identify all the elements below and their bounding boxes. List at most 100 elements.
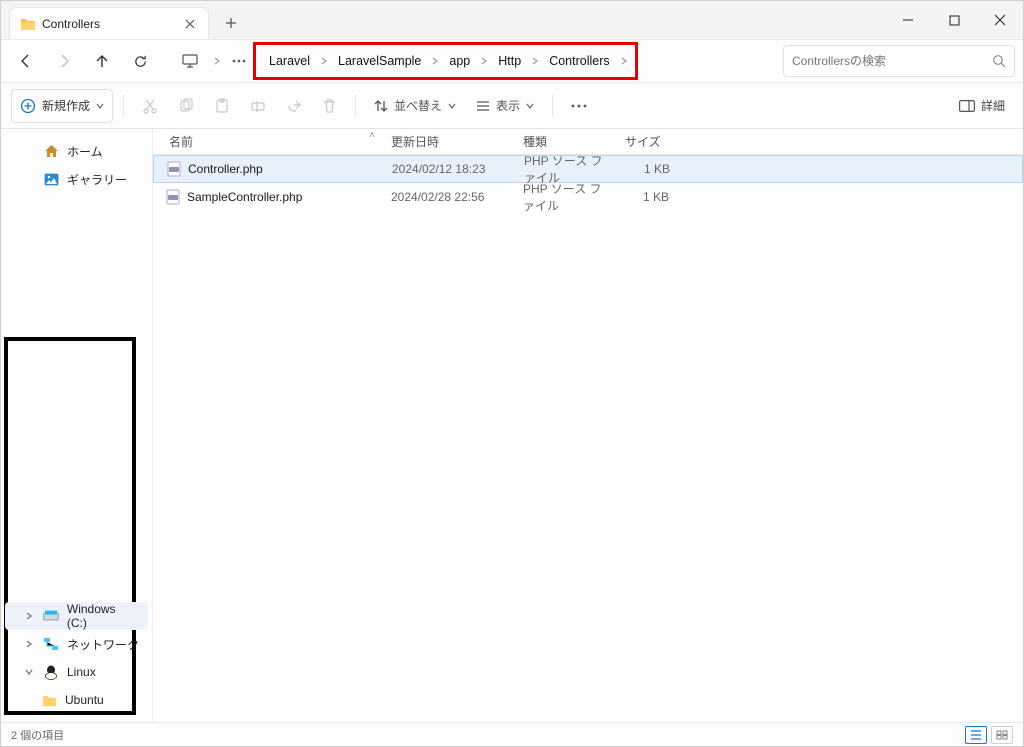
breadcrumb-item[interactable]: Laravel — [261, 50, 318, 72]
tab-strip: Controllers — [1, 1, 885, 39]
sort-icon — [374, 99, 388, 113]
sidebar-item-ubuntu[interactable]: Ubuntu — [1, 686, 152, 714]
file-row[interactable]: SampleController.php 2024/02/28 22:56 PH… — [153, 183, 1023, 211]
cut-button[interactable] — [134, 89, 166, 123]
chevron-right-icon[interactable] — [529, 57, 541, 65]
sort-button[interactable]: 並べ替え — [366, 89, 464, 123]
column-date[interactable]: 更新日時 — [383, 133, 515, 150]
breadcrumb-item[interactable]: LaravelSample — [330, 50, 429, 72]
view-switcher — [965, 726, 1013, 744]
chevron-down-icon — [448, 102, 456, 110]
details-pane-button[interactable]: 詳細 — [951, 89, 1013, 123]
new-button[interactable]: 新規作成 — [11, 89, 113, 123]
file-type: PHP ソース ファイル — [515, 180, 617, 214]
column-name[interactable]: 名前 ˄ — [153, 133, 383, 150]
file-date: 2024/02/12 18:23 — [384, 162, 516, 176]
column-type[interactable]: 種類 — [515, 133, 617, 150]
folder-icon — [41, 692, 57, 708]
this-pc-icon[interactable] — [173, 45, 207, 77]
sidebar-item-network[interactable]: ネットワーク — [1, 630, 152, 658]
home-icon — [43, 143, 59, 159]
sidebar-label: ホーム — [67, 143, 103, 160]
chevron-down-icon — [96, 102, 104, 110]
icons-view-button[interactable] — [991, 726, 1013, 744]
chevron-down-icon — [526, 102, 534, 110]
chevron-down-icon[interactable] — [25, 668, 35, 676]
breadcrumb-overflow-button[interactable] — [227, 45, 251, 77]
add-icon — [20, 98, 36, 114]
column-size[interactable]: サイズ — [617, 133, 685, 150]
new-tab-button[interactable] — [215, 7, 247, 39]
navigation-pane: ホーム ギャラリー Windows (C:) ネットワーク — [1, 129, 153, 722]
copy-button[interactable] — [170, 89, 202, 123]
more-button[interactable] — [563, 89, 595, 123]
delete-button[interactable] — [314, 89, 345, 123]
sort-asc-icon: ˄ — [369, 130, 375, 141]
column-headers: 名前 ˄ 更新日時 種類 サイズ — [153, 129, 1023, 155]
drive-icon — [43, 608, 59, 624]
sidebar-item-home[interactable]: ホーム — [1, 137, 152, 165]
refresh-button[interactable] — [123, 45, 157, 77]
minimize-button[interactable] — [885, 1, 931, 39]
back-button[interactable] — [9, 45, 43, 77]
chevron-right-icon[interactable] — [478, 57, 490, 65]
file-list: 名前 ˄ 更新日時 種類 サイズ Controller.php 2024/02/… — [153, 129, 1023, 722]
folder-icon — [20, 16, 36, 32]
sort-label: 並べ替え — [394, 97, 442, 114]
sidebar-item-windows-c[interactable]: Windows (C:) — [5, 602, 148, 630]
view-button[interactable]: 表示 — [468, 89, 542, 123]
sidebar-label: Windows (C:) — [67, 602, 138, 630]
command-bar: 新規作成 並べ替え 表示 詳細 — [1, 83, 1023, 129]
window-controls — [885, 1, 1023, 39]
separator — [355, 95, 356, 117]
details-label: 詳細 — [981, 97, 1005, 114]
chevron-right-icon[interactable] — [25, 640, 35, 648]
breadcrumb-item[interactable]: app — [441, 50, 478, 72]
breadcrumb-item[interactable]: Http — [490, 50, 529, 72]
tab-controllers[interactable]: Controllers — [9, 7, 209, 39]
paste-button[interactable] — [206, 89, 238, 123]
new-label: 新規作成 — [42, 97, 90, 114]
php-file-icon — [165, 189, 181, 205]
close-window-button[interactable] — [977, 1, 1023, 39]
explorer-window: Controllers Laravel — [0, 0, 1024, 747]
sidebar-label: ギャラリー — [67, 171, 127, 188]
file-name: SampleController.php — [187, 190, 302, 204]
item-count: 2 個の項目 — [11, 727, 64, 743]
rename-button[interactable] — [242, 89, 274, 123]
sidebar-label: Ubuntu — [65, 693, 104, 707]
separator — [552, 95, 553, 117]
chevron-right-icon[interactable] — [211, 57, 223, 65]
sidebar-label: ネットワーク — [67, 636, 139, 653]
sidebar-item-linux[interactable]: Linux — [1, 658, 152, 686]
up-button[interactable] — [85, 45, 119, 77]
file-date: 2024/02/28 22:56 — [383, 190, 515, 204]
maximize-button[interactable] — [931, 1, 977, 39]
body: ホーム ギャラリー Windows (C:) ネットワーク — [1, 129, 1023, 722]
network-icon — [43, 636, 59, 652]
tab-title: Controllers — [42, 17, 100, 31]
search-icon — [992, 54, 1006, 68]
view-label: 表示 — [496, 97, 520, 114]
separator — [123, 95, 124, 117]
breadcrumb-item[interactable]: Controllers — [541, 50, 617, 72]
gallery-icon — [43, 171, 59, 187]
details-view-button[interactable] — [965, 726, 987, 744]
chevron-right-icon[interactable] — [618, 57, 630, 65]
chevron-right-icon[interactable] — [25, 612, 35, 620]
file-size: 1 KB — [617, 190, 685, 204]
sidebar-item-gallery[interactable]: ギャラリー — [1, 165, 152, 193]
breadcrumb: Laravel LaravelSample app Http Controlle… — [255, 44, 636, 78]
forward-button[interactable] — [47, 45, 81, 77]
php-file-icon — [166, 161, 182, 177]
search-box[interactable] — [783, 45, 1015, 77]
file-name: Controller.php — [188, 162, 263, 176]
share-button[interactable] — [278, 89, 310, 123]
panel-icon — [959, 100, 975, 112]
file-row[interactable]: Controller.php 2024/02/12 18:23 PHP ソース … — [153, 155, 1023, 183]
chevron-right-icon[interactable] — [318, 57, 330, 65]
close-tab-button[interactable] — [182, 16, 198, 32]
search-input[interactable] — [792, 54, 992, 68]
titlebar: Controllers — [1, 1, 1023, 39]
chevron-right-icon[interactable] — [429, 57, 441, 65]
